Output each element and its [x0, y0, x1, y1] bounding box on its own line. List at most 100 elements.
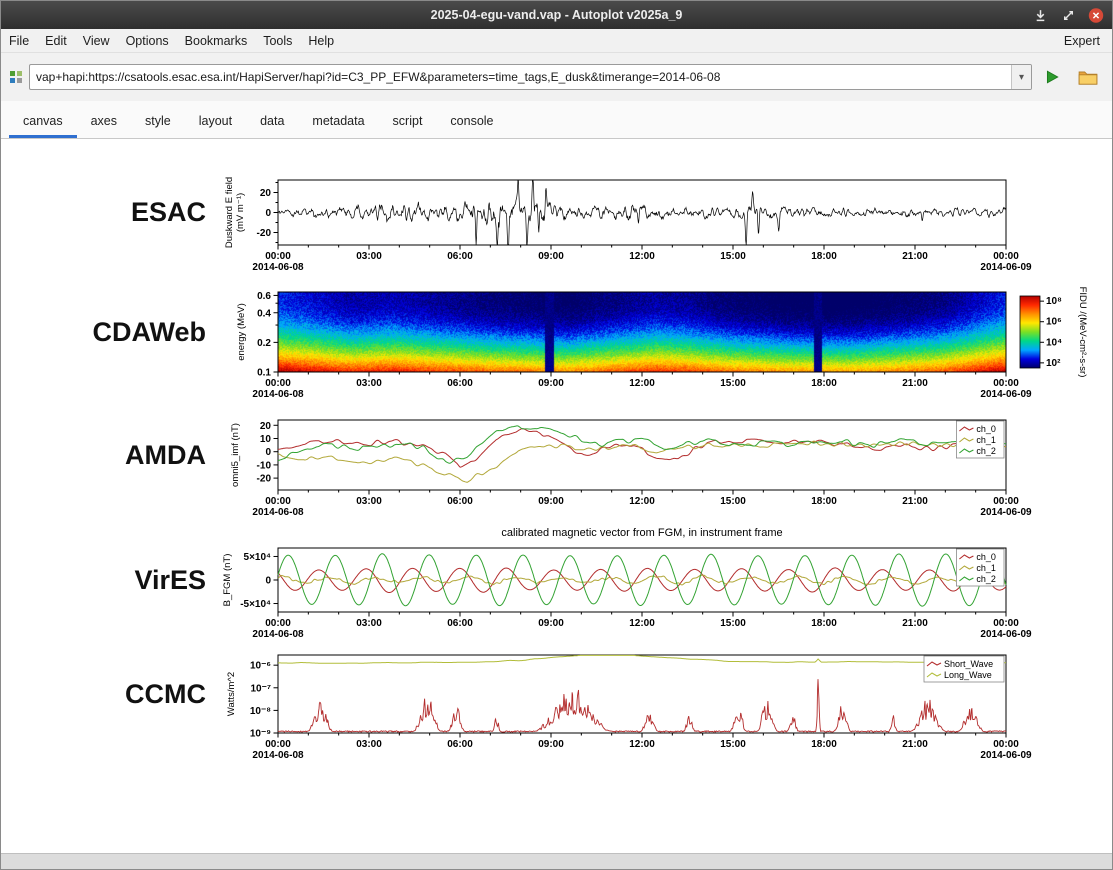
- time-tick-label: 00:00: [993, 739, 1019, 750]
- vires-plot[interactable]: 00:0003:0006:0009:0012:0015:0018:0021:00…: [216, 522, 1113, 642]
- plot-frame: [278, 548, 1006, 612]
- time-tick-label: 15:00: [720, 251, 746, 262]
- y-axis-title: (mV m⁻¹): [235, 193, 246, 232]
- colorbar-tick-label: 10²: [1046, 358, 1061, 369]
- menu-edit[interactable]: Edit: [37, 34, 75, 48]
- grid-icon: [9, 70, 23, 84]
- y-tick-label: 10: [260, 434, 272, 445]
- uri-input[interactable]: [30, 70, 1011, 84]
- series-ch_0: [278, 568, 1006, 593]
- colorbar-axis-title: FIDU /(MeV-cm²-s-sr): [1077, 287, 1088, 378]
- menu-tools[interactable]: Tools: [255, 34, 300, 48]
- series-E_dusk: [278, 180, 1006, 244]
- tab-style[interactable]: style: [131, 106, 185, 138]
- time-tick-label: 00:00: [993, 496, 1019, 507]
- menu-help[interactable]: Help: [300, 34, 342, 48]
- close-icon: [1088, 7, 1104, 24]
- time-tick-label: 00:00: [265, 739, 291, 750]
- legend-label: ch_0: [976, 424, 996, 434]
- maximize-icon: [1062, 9, 1075, 22]
- plot-go-button[interactable]: [1036, 63, 1068, 91]
- y-tick-label: 10⁻⁹: [250, 729, 271, 740]
- y-tick-label: 0.4: [257, 308, 271, 319]
- time-tick-label: 06:00: [447, 496, 473, 507]
- time-tick-label: 09:00: [538, 739, 564, 750]
- colorbar-tick-label: 10⁶: [1046, 317, 1062, 328]
- expert-mode-label[interactable]: Expert: [1064, 34, 1112, 48]
- tab-layout[interactable]: layout: [185, 106, 246, 138]
- menu-file[interactable]: File: [1, 34, 37, 48]
- time-tick-label: 15:00: [720, 378, 746, 389]
- time-tick-label: 12:00: [629, 618, 655, 629]
- datasource-grid-icon[interactable]: [9, 70, 23, 84]
- uri-dropdown-button[interactable]: ▾: [1011, 65, 1031, 89]
- time-tick-label: 00:00: [265, 618, 291, 629]
- y-axis-title: Duskward E field: [224, 177, 235, 248]
- time-tick-label: 00:00: [265, 496, 291, 507]
- esac-plot[interactable]: 00:0003:0006:0009:0012:0015:0018:0021:00…: [216, 165, 1113, 280]
- menu-options[interactable]: Options: [118, 34, 177, 48]
- tab-script[interactable]: script: [379, 106, 437, 138]
- y-tick-label: 10⁻⁸: [250, 706, 271, 717]
- time-tick-label: 18:00: [811, 496, 837, 507]
- time-tick-label: 09:00: [538, 618, 564, 629]
- plot-title: calibrated magnetic vector from FGM, in …: [501, 527, 782, 539]
- colorbar: [1020, 296, 1040, 368]
- menu-bookmarks[interactable]: Bookmarks: [177, 34, 256, 48]
- time-tick-label: 03:00: [356, 251, 382, 262]
- time-tick-label: 21:00: [902, 378, 928, 389]
- titlebar[interactable]: 2025-04-egu-vand.vap - Autoplot v2025a_9: [1, 1, 1112, 29]
- y-axis-title: energy (MeV): [236, 303, 247, 361]
- time-tick-label: 15:00: [720, 618, 746, 629]
- colorbar-tick-label: 10⁴: [1046, 337, 1062, 348]
- y-tick-label: -20: [257, 474, 272, 485]
- time-tick-label: 12:00: [629, 378, 655, 389]
- tab-metadata[interactable]: metadata: [298, 106, 378, 138]
- start-date-label: 2014-06-08: [252, 262, 304, 273]
- close-button[interactable]: [1088, 7, 1104, 23]
- browse-button[interactable]: [1072, 63, 1104, 91]
- plot-row-cdaweb: 00:0003:0006:0009:0012:0015:0018:0021:00…: [1, 284, 1112, 400]
- tab-canvas[interactable]: canvas: [9, 106, 77, 138]
- uri-combobox[interactable]: ▾: [29, 64, 1032, 90]
- series-Short_Wave: [278, 679, 1006, 732]
- maximize-button[interactable]: [1060, 7, 1076, 23]
- tab-axes[interactable]: axes: [77, 106, 131, 138]
- time-tick-label: 03:00: [356, 618, 382, 629]
- y-tick-label: 0.1: [257, 368, 271, 379]
- ccmc-plot[interactable]: 00:0003:0006:0009:0012:0015:0018:0021:00…: [216, 647, 1113, 765]
- y-tick-label: 0: [265, 208, 271, 219]
- end-date-label: 2014-06-09: [980, 629, 1032, 640]
- y-tick-label: -10: [257, 460, 272, 471]
- legend-label: Long_Wave: [944, 670, 992, 680]
- y-tick-label: 0.2: [257, 338, 271, 349]
- time-tick-label: 06:00: [447, 378, 473, 389]
- time-tick-label: 00:00: [993, 251, 1019, 262]
- start-date-label: 2014-06-08: [252, 507, 304, 518]
- tab-console[interactable]: console: [436, 106, 507, 138]
- amda-plot[interactable]: 00:0003:0006:0009:0012:0015:0018:0021:00…: [216, 408, 1113, 518]
- time-tick-label: 00:00: [265, 378, 291, 389]
- end-date-label: 2014-06-09: [980, 507, 1032, 518]
- time-tick-label: 00:00: [993, 378, 1019, 389]
- y-axis-title: Watts/m^2: [226, 672, 237, 716]
- series-ch_0: [278, 429, 1006, 468]
- tab-data[interactable]: data: [246, 106, 298, 138]
- minimize-icon: [1034, 9, 1047, 22]
- plot-row-vires: 00:0003:0006:0009:0012:0015:0018:0021:00…: [1, 522, 1112, 642]
- time-tick-label: 15:00: [720, 496, 746, 507]
- y-tick-label: -20: [257, 228, 272, 239]
- menu-view[interactable]: View: [75, 34, 118, 48]
- plot-row-ccmc: 00:0003:0006:0009:0012:0015:0018:0021:00…: [1, 647, 1112, 765]
- addressbar: ▾: [1, 53, 1112, 101]
- legend-label: ch_0: [976, 552, 996, 562]
- minimize-button[interactable]: [1032, 7, 1048, 23]
- time-tick-label: 18:00: [811, 739, 837, 750]
- chevron-down-icon: ▾: [1019, 72, 1024, 83]
- start-date-label: 2014-06-08: [252, 750, 304, 761]
- legend-label: ch_1: [976, 435, 996, 445]
- y-tick-label: 0: [265, 576, 271, 587]
- y-tick-label: 20: [260, 188, 272, 199]
- cdaweb-plot[interactable]: 00:0003:0006:0009:0012:0015:0018:0021:00…: [216, 284, 1113, 400]
- time-tick-label: 21:00: [902, 496, 928, 507]
